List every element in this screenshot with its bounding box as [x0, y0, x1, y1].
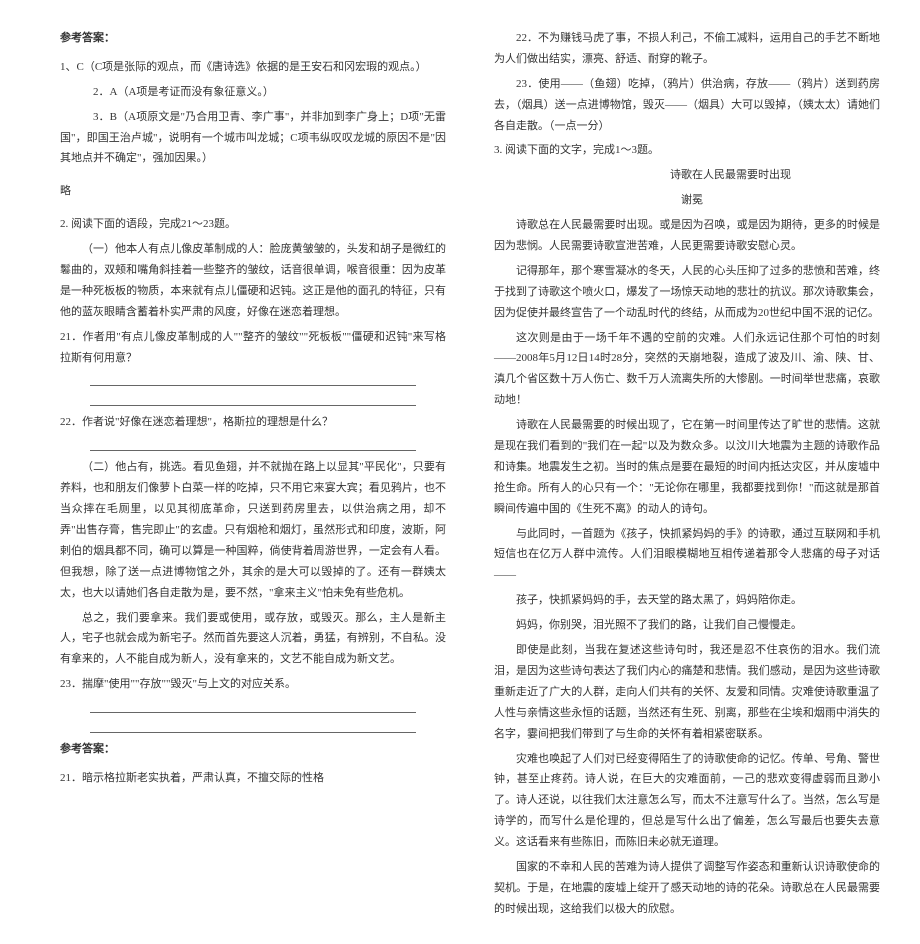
answer-1: 1、C（C项是张际的观点，而《唐诗选》依据的是王安石和冈宏瑕的观点。） — [60, 57, 446, 78]
text-para-2: 记得那年，那个寒雪凝冰的冬天，人民的心头压抑了过多的悲愤和苦难，终于找到了诗歌这… — [494, 261, 880, 324]
answer-3: 3．B（A项原文是"乃合用卫青、李广事"，并非加到李广身上；D项"无雷国"，即国… — [60, 107, 446, 170]
blank-line — [90, 719, 416, 733]
answer-23: 23．使用——（鱼翅）吃掉，（鸦片）供治病，存放——（鸦片）送到药房去，（烟具）… — [494, 74, 880, 137]
text-para-4: 诗歌在人民最需要的时候出现了，它在第一时间里传达了旷世的悲情。这就是现在我们看到… — [494, 415, 880, 519]
text-para-3: 这次则是由于一场千年不遇的空前的灾难。人们永远记住那个可怕的时刻——2008年5… — [494, 328, 880, 412]
blank-line — [90, 392, 416, 406]
blank-line — [90, 437, 416, 451]
poem-author: 谢冕 — [494, 190, 880, 211]
answer-label-2: 参考答案： — [60, 739, 446, 760]
text-para-8: 即使是此刻，当我在复述这些诗句时，我还是忍不住哀伤的泪水。我们流泪，是因为这些诗… — [494, 640, 880, 744]
answer-2: 2．A（A项是考证而没有象征意义。） — [60, 82, 446, 103]
question-23: 23．揣摩"使用""存放""毁灭"与上文的对应关系。 — [60, 674, 446, 695]
blank-line — [90, 372, 416, 386]
answer-label: 参考答案： — [60, 28, 446, 49]
text-para-10: 国家的不幸和人民的苦难为诗人提供了调整写作姿态和重新认识诗歌使命的契机。于是，在… — [494, 857, 880, 920]
passage-1: （一）他本人有点儿像皮革制成的人：脸庞黄皱皱的，头发和胡子是微红的鬈曲的，双颊和… — [60, 239, 446, 323]
text-para-1: 诗歌总在人民最需要时出现。或是因为召唤，或是因为期待，更多的时候是因为悲悯。人民… — [494, 215, 880, 257]
question-2: 2. 阅读下面的语段，完成21～23题。 — [60, 214, 446, 235]
passage-2: （二）他占有，挑选。看见鱼翅，并不就抛在路上以显其"平民化"，只要有养料，也和朋… — [60, 457, 446, 603]
blank-line — [90, 699, 416, 713]
answer-21: 21．暗示格拉斯老实执着，严肃认真，不擅交际的性格 — [60, 768, 446, 789]
question-22: 22．作者说"好像在迷恋着理想"，格斯拉的理想是什么？ — [60, 412, 446, 433]
lue-text: 略 — [60, 181, 446, 202]
passage-3: 总之，我们要拿来。我们要或使用，或存放，或毁灭。那么，主人是新主人，宅子也就会成… — [60, 608, 446, 671]
question-3: 3. 阅读下面的文字，完成1～3题。 — [494, 140, 880, 161]
left-column: 参考答案： 1、C（C项是张际的观点，而《唐诗选》依据的是王安石和冈宏瑕的观点。… — [60, 28, 446, 924]
question-21: 21．作者用"有点儿像皮革制成的人""整齐的皱纹""死板板""僵硬和迟钝"来写格… — [60, 327, 446, 369]
answer-22: 22．不为赚钱马虎了事，不损人利己，不偷工减料，运用自己的手艺不断地为人们做出结… — [494, 28, 880, 70]
text-para-5: 与此同时，一首题为《孩子，快抓紧妈妈的手》的诗歌，通过互联网和手机短信也在亿万人… — [494, 524, 880, 587]
poem-title: 诗歌在人民最需要时出现 — [494, 165, 880, 186]
text-para-6: 孩子，快抓紧妈妈的手，去天堂的路太黑了，妈妈陪你走。 — [494, 590, 880, 611]
text-para-7: 妈妈，你别哭，泪光照不了我们的路，让我们自己慢慢走。 — [494, 615, 880, 636]
document-page: 参考答案： 1、C（C项是张际的观点，而《唐诗选》依据的是王安石和冈宏瑕的观点。… — [0, 0, 920, 944]
text-para-9: 灾难也唤起了人们对已经变得陌生了的诗歌使命的记忆。传单、号角、警世钟，甚至止疼药… — [494, 749, 880, 853]
right-column: 22．不为赚钱马虎了事，不损人利己，不偷工减料，运用自己的手艺不断地为人们做出结… — [494, 28, 880, 924]
